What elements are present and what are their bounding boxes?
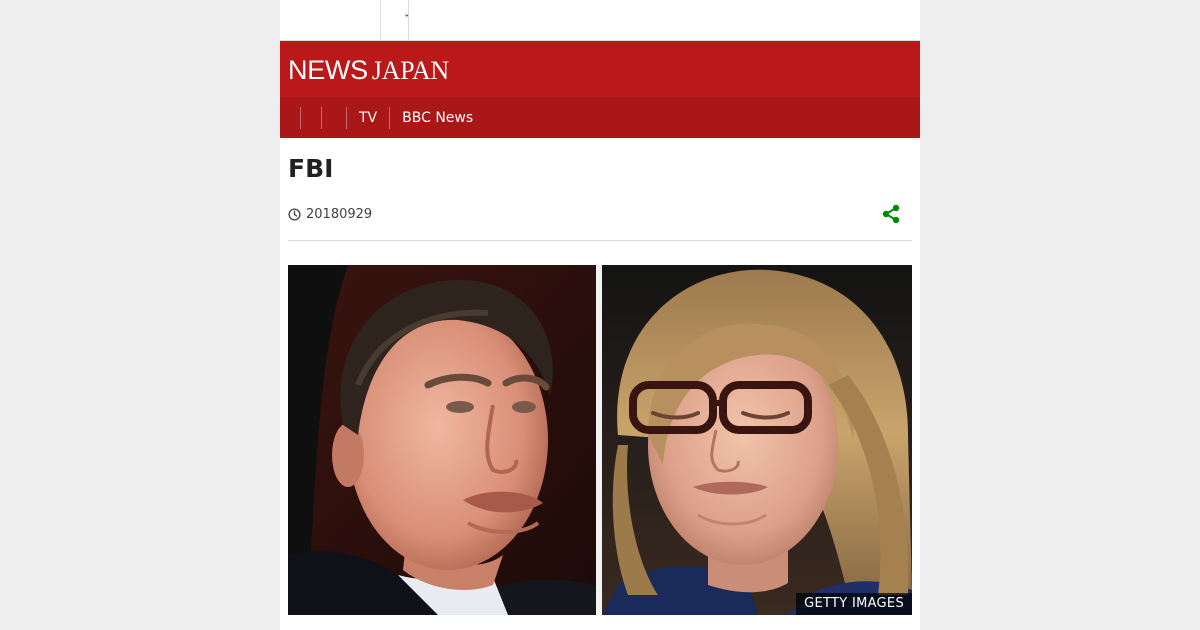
header-divider	[288, 240, 912, 241]
page: ˇ NEWS JAPAN TV BBC News FBI 20180929 GE…	[280, 0, 920, 630]
article-lead-image: GETTY IMAGES	[288, 265, 912, 615]
article-date: 20180929	[288, 204, 372, 224]
photo-composite	[288, 265, 912, 615]
top-utility-bar: ˇ	[280, 0, 920, 41]
nav-item-blank[interactable]	[322, 107, 346, 129]
nav-item-tv[interactable]: TV	[347, 107, 389, 129]
news-japan-logo[interactable]: NEWS JAPAN	[288, 54, 449, 87]
nav-item-bbc-news[interactable]: BBC News	[390, 107, 485, 129]
article-headline: FBI	[288, 154, 334, 183]
nav-item-blank[interactable]	[280, 107, 300, 129]
primary-nav: TV BBC News	[280, 97, 920, 138]
bbc-logo-slot[interactable]	[280, 0, 381, 40]
brand-region: JAPAN	[371, 56, 449, 85]
masthead: NEWS JAPAN	[280, 41, 920, 97]
brand-news: NEWS	[288, 55, 368, 85]
share-icon	[882, 204, 900, 224]
date-text: 20180929	[306, 206, 373, 222]
clock-icon	[288, 207, 301, 221]
nav-item-blank[interactable]	[301, 107, 321, 129]
share-button[interactable]	[880, 203, 902, 225]
chevron-down-icon[interactable]: ˇ	[404, 14, 410, 25]
image-credit: GETTY IMAGES	[796, 593, 912, 615]
